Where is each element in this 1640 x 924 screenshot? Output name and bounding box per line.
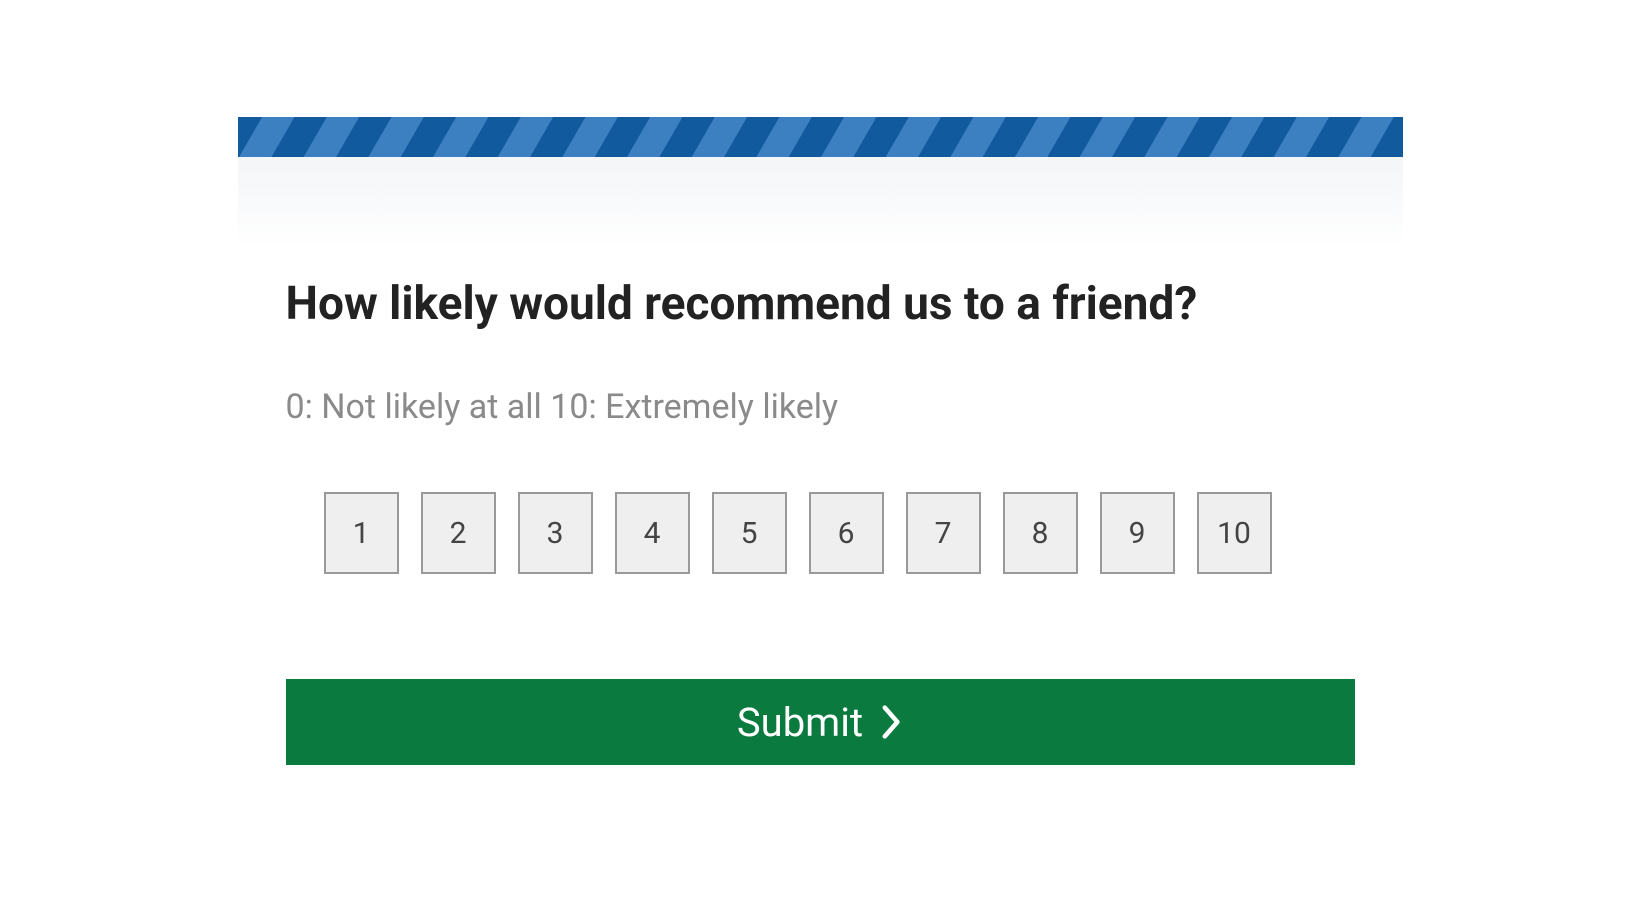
survey-container: How likely would recommend us to a frien… <box>238 117 1403 765</box>
rating-option-7[interactable]: 7 <box>906 492 981 574</box>
rating-option-8[interactable]: 8 <box>1003 492 1078 574</box>
rating-option-5[interactable]: 5 <box>712 492 787 574</box>
rating-option-1[interactable]: 1 <box>324 492 399 574</box>
question-title: How likely would recommend us to a frien… <box>286 277 1355 332</box>
header-banner <box>238 157 1403 247</box>
rating-option-2[interactable]: 2 <box>421 492 496 574</box>
rating-option-6[interactable]: 6 <box>809 492 884 574</box>
rating-scale: 1 2 3 4 5 6 7 8 9 10 <box>324 492 1355 574</box>
survey-content: How likely would recommend us to a frien… <box>238 277 1403 765</box>
progress-stripe-bar <box>238 117 1403 157</box>
submit-button[interactable]: Submit <box>286 679 1355 765</box>
chevron-right-icon <box>881 704 903 740</box>
submit-label: Submit <box>737 699 863 746</box>
scale-legend: 0: Not likely at all 10: Extremely likel… <box>286 387 1355 427</box>
rating-option-4[interactable]: 4 <box>615 492 690 574</box>
rating-option-9[interactable]: 9 <box>1100 492 1175 574</box>
rating-option-10[interactable]: 10 <box>1197 492 1272 574</box>
rating-option-3[interactable]: 3 <box>518 492 593 574</box>
